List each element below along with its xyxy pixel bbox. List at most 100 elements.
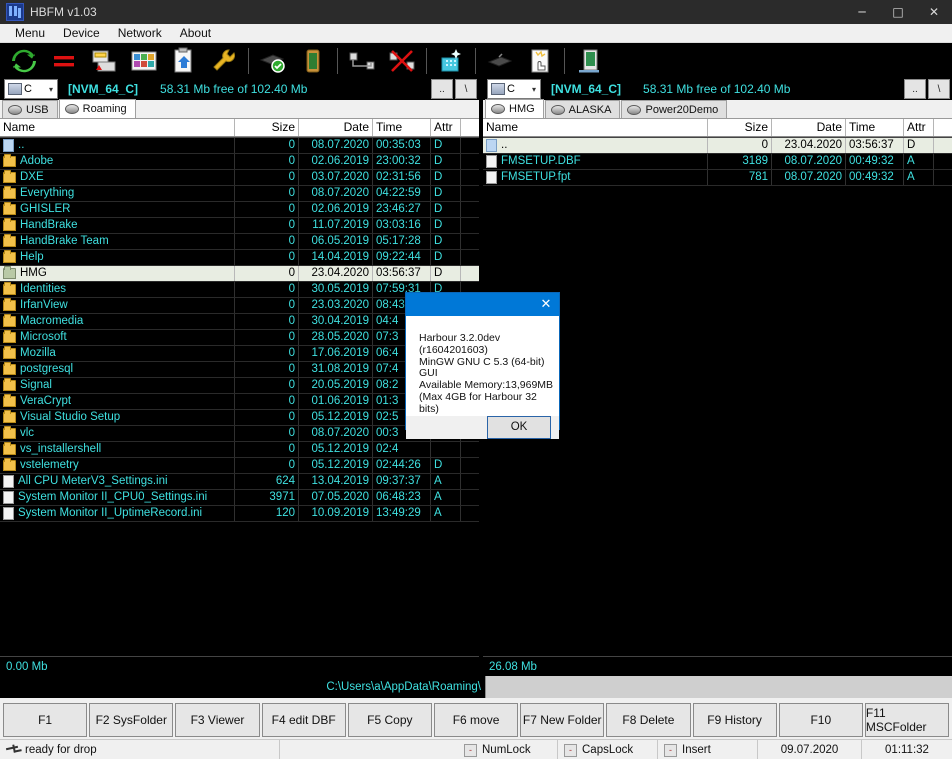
file-row[interactable]: vstelemetry 0 05.12.2019 02:44:26 D [0, 458, 479, 474]
right-tab-alaska[interactable]: ALASKA [544, 100, 621, 118]
file-row-size: 0 [235, 202, 299, 217]
left-col-attr[interactable]: Attr [431, 119, 461, 136]
file-row[interactable]: Everything 0 08.07.2020 04:22:59 D [0, 186, 479, 202]
device-icon[interactable] [298, 46, 328, 76]
file-row[interactable]: GHISLER 0 02.06.2019 23:46:27 D [0, 202, 479, 218]
minimize-button[interactable]: ─ [844, 0, 880, 24]
file-row-name: Microsoft [0, 330, 235, 345]
function-key-f7[interactable]: F7 New Folder [520, 703, 605, 737]
right-tab-power20demo[interactable]: Power20Demo [621, 100, 728, 118]
close-button[interactable]: ✕ [916, 0, 952, 24]
file-row-size: 0 [235, 394, 299, 409]
right-col-size[interactable]: Size [708, 119, 772, 136]
file-row-pad [461, 234, 479, 249]
network-link-icon[interactable] [347, 46, 377, 76]
menu-item-network[interactable]: Network [109, 25, 171, 41]
file-row[interactable]: All CPU MeterV3_Settings.ini 624 13.04.201… [0, 474, 479, 490]
drive-icon [8, 83, 22, 95]
function-key-f11[interactable]: F11 MSCFolder [864, 703, 950, 737]
right-root-dir-button[interactable]: \ [928, 79, 950, 99]
file-row[interactable]: FMSETUP.DBF 3189 08.07.2020 00:49:32 A [483, 154, 952, 170]
thumbnails-icon[interactable] [129, 46, 159, 76]
left-col-name[interactable]: Name [0, 119, 235, 136]
file-row[interactable]: Adobe 0 02.06.2019 23:00:32 D [0, 154, 479, 170]
wrench-icon[interactable] [209, 46, 239, 76]
left-tab-roaming[interactable]: Roaming [58, 99, 136, 118]
equals-icon[interactable] [49, 46, 79, 76]
function-key-f4[interactable]: F4 edit DBF [261, 703, 346, 737]
dialog-close-icon[interactable]: ✕ [533, 293, 559, 316]
file-row-date: 30.05.2019 [299, 282, 373, 297]
dialog-ok-button[interactable]: OK [487, 415, 551, 439]
file-row-size: 120 [235, 506, 299, 521]
file-row-time: 13:49:29 [373, 506, 431, 521]
function-key-f8[interactable]: F8 Delete [606, 703, 691, 737]
file-row[interactable]: Help 0 14.04.2019 09:22:44 D [0, 250, 479, 266]
file-row-time: 00:49:32 [846, 154, 904, 169]
function-key-f6[interactable]: F6 move [433, 703, 519, 737]
file-icon [3, 475, 14, 488]
left-col-size[interactable]: Size [235, 119, 299, 136]
function-key-f10[interactable]: F10 [778, 703, 863, 737]
maximize-button[interactable]: □ [880, 0, 916, 24]
file-row[interactable]: DXE 0 03.07.2020 02:31:56 D [0, 170, 479, 186]
file-row[interactable]: System Monitor II_CPU0_Settings.ini 3971 0… [0, 490, 479, 506]
menu-item-menu[interactable]: Menu [6, 25, 54, 41]
function-key-f1[interactable]: F1 [3, 703, 88, 737]
right-col-time[interactable]: Time [846, 119, 904, 136]
file-row[interactable]: .. 0 23.04.2020 03:56:37 D [483, 138, 952, 154]
file-row-size: 0 [235, 442, 299, 457]
pack-icon[interactable] [89, 46, 119, 76]
file-row-name: HandBrake [0, 218, 235, 233]
right-drive-select[interactable]: C ▾ [487, 79, 541, 99]
sparkle-grid-icon[interactable] [436, 46, 466, 76]
menu-item-device[interactable]: Device [54, 25, 109, 41]
left-col-time[interactable]: Time [373, 119, 431, 136]
right-col-attr[interactable]: Attr [904, 119, 934, 136]
file-row-time: 05:17:28 [373, 234, 431, 249]
right-col-name[interactable]: Name [483, 119, 708, 136]
folder-icon [3, 458, 16, 471]
file-row-time: 03:56:37 [846, 138, 904, 153]
file-row[interactable]: FMSETUP.fpt 781 08.07.2020 00:49:32 A [483, 170, 952, 186]
file-row[interactable]: .. 0 08.07.2020 00:35:03 D [0, 138, 479, 154]
file-name-label: Macromedia [20, 315, 84, 327]
file-row-name: Mozilla [0, 346, 235, 361]
file-row-date: 08.07.2020 [299, 186, 373, 201]
right-col-pad [934, 119, 952, 136]
toolbar-separator [337, 48, 338, 74]
file-row[interactable]: HMG 0 23.04.2020 03:56:37 D [0, 266, 479, 282]
document-touch-icon[interactable] [525, 46, 555, 76]
folder-icon [3, 250, 16, 263]
file-row[interactable]: vs_installershell 0 05.12.2019 02:4 [0, 442, 479, 458]
file-row-pad [461, 154, 479, 169]
right-parent-dir-button[interactable]: .. [904, 79, 926, 99]
right-tab-hmg[interactable]: HMG [485, 99, 544, 118]
left-col-date[interactable]: Date [299, 119, 373, 136]
left-drive-bar: C ▾ [NVM_64_C] 58.31 Mb free of 102.40 M… [0, 78, 479, 100]
clipboard-paste-icon[interactable] [169, 46, 199, 76]
menu-item-about[interactable]: About [171, 25, 220, 41]
function-key-f5[interactable]: F5 Copy [347, 703, 432, 737]
left-parent-dir-button[interactable]: .. [431, 79, 453, 99]
left-tab-usb[interactable]: USB [2, 100, 58, 118]
file-row[interactable]: HandBrake Team 0 06.05.2019 05:17:28 D [0, 234, 479, 250]
function-key-f3[interactable]: F3 Viewer [175, 703, 260, 737]
left-root-dir-button[interactable]: \ [455, 79, 477, 99]
refresh-icon[interactable] [9, 46, 39, 76]
file-row[interactable]: HandBrake 0 11.07.2019 03:03:16 D [0, 218, 479, 234]
exit-door-icon[interactable] [574, 46, 604, 76]
folder-icon [3, 154, 16, 167]
left-drive-select[interactable]: C ▾ [4, 79, 58, 99]
function-key-f2[interactable]: F2 SysFolder [89, 703, 174, 737]
connect-ok-icon[interactable] [258, 46, 288, 76]
file-name-label: Signal [20, 379, 52, 391]
right-size-total: 26.08 Mb [483, 656, 952, 676]
right-col-date[interactable]: Date [772, 119, 846, 136]
file-name-label: vstelemetry [20, 459, 79, 471]
file-row[interactable]: System Monitor II_UptimeRecord.ini 120 10.… [0, 506, 479, 522]
network-disconnect-icon[interactable] [387, 46, 417, 76]
function-key-f9[interactable]: F9 History [692, 703, 777, 737]
status-spacer [280, 740, 458, 759]
mouse-icon[interactable] [485, 46, 515, 76]
